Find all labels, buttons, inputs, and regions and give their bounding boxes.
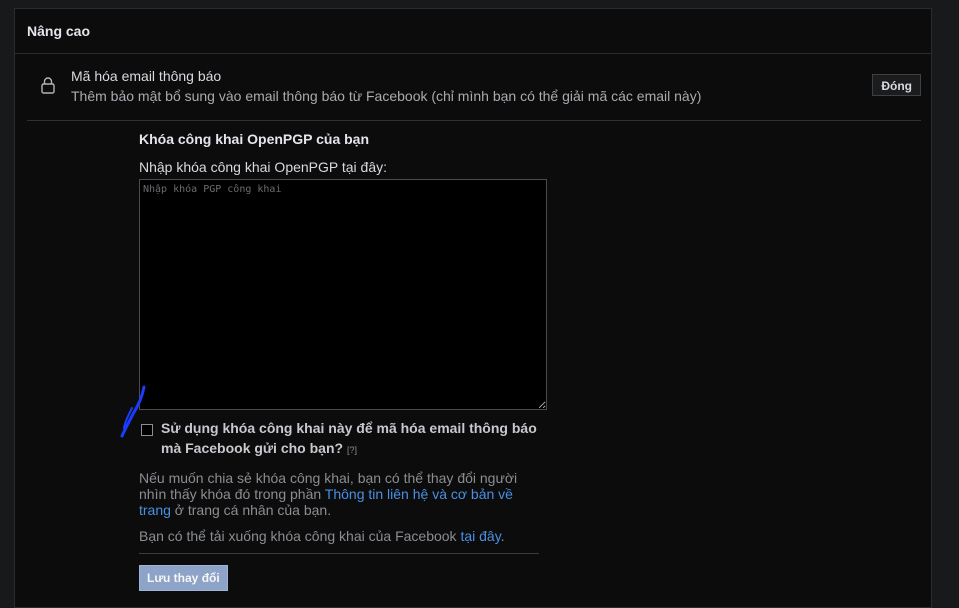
divider — [139, 553, 539, 554]
encrypt-checkbox-label[interactable]: Sử dụng khóa công khai này để mã hóa ema… — [161, 418, 541, 460]
pgp-form: Khóa công khai OpenPGP của bạn Nhập khóa… — [139, 131, 549, 591]
email-encryption-row: Mã hóa email thông báo Thêm bảo mật bổ s… — [27, 54, 921, 121]
encrypt-option: Sử dụng khóa công khai này để mã hóa ema… — [139, 418, 549, 460]
help-link[interactable]: [?] — [347, 445, 357, 455]
save-button[interactable]: Lưu thay đổi — [139, 565, 228, 591]
pgp-key-input[interactable] — [139, 179, 547, 410]
share-info-end: ở trang cá nhân của bạn. — [170, 502, 332, 518]
section-title: Khóa công khai OpenPGP của bạn — [139, 131, 370, 147]
download-info: Bạn có thể tải xuống khóa công khai của … — [139, 528, 549, 544]
close-button[interactable]: Đóng — [872, 74, 921, 96]
pen-mark-annotation — [120, 385, 146, 438]
download-text: Bạn có thể tải xuống khóa công khai của … — [139, 528, 461, 544]
share-info: Nếu muốn chia sẻ khóa công khai, bạn có … — [139, 470, 539, 518]
download-link[interactable]: tại đây — [460, 528, 500, 544]
pgp-field-label: Nhập khóa công khai OpenPGP tại đây: — [139, 159, 388, 175]
row-title: Mã hóa email thông báo — [71, 68, 222, 84]
advanced-settings-panel: Nâng cao Mã hóa email thông báo Thêm bảo… — [14, 8, 932, 608]
download-end: . — [500, 528, 505, 544]
panel-title: Nâng cao — [15, 9, 931, 54]
lock-icon — [41, 77, 55, 94]
row-subtitle: Thêm bảo mật bổ sung vào email thông báo… — [71, 88, 702, 104]
